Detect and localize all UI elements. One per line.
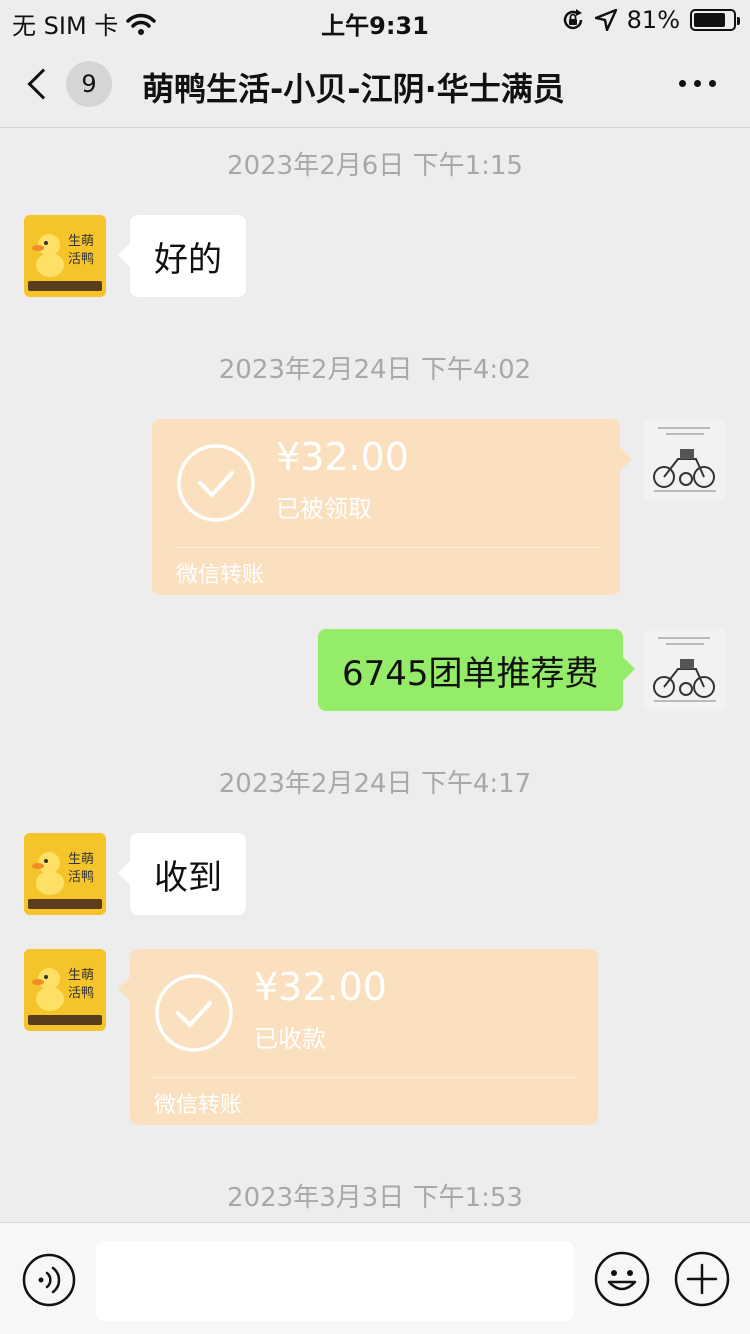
- status-left: 无 SIM 卡: [12, 6, 157, 41]
- message-bubble-incoming[interactable]: 好的: [118, 215, 246, 297]
- duck-logo-text-2: 活鸭: [68, 986, 94, 1001]
- transfer-label: 微信转账: [176, 563, 265, 588]
- battery-icon: [690, 9, 740, 31]
- vintage-car-icon: [644, 629, 726, 711]
- location-arrow-icon: [594, 9, 617, 31]
- wifi-icon: [126, 13, 157, 35]
- battery-level: [694, 13, 725, 27]
- battery-percent: 81%: [626, 6, 680, 34]
- status-right: 81%: [561, 6, 740, 34]
- transfer-amount: ¥32.00: [254, 965, 387, 1009]
- duck-logo-text-2: 活鸭: [68, 252, 94, 267]
- voice-icon[interactable]: [22, 1253, 76, 1307]
- check-circle-icon: [155, 974, 233, 1052]
- avatar-duck[interactable]: 生萌 活鸭: [24, 949, 106, 1031]
- duck-logo-text-1: 生萌: [68, 234, 94, 249]
- message-bubble-incoming[interactable]: 收到: [118, 833, 246, 915]
- avatar-self[interactable]: [644, 419, 726, 501]
- message-bubble-outgoing[interactable]: 6745团单推荐费: [318, 629, 635, 711]
- nav-bar: 9 萌鸭生活-小贝-江阴·华士满员: [0, 40, 750, 128]
- transfer-status: 已被领取: [276, 495, 372, 523]
- message-text: 6745团单推荐费: [342, 653, 599, 694]
- avatar-self[interactable]: [644, 629, 726, 711]
- divider: [174, 547, 598, 548]
- transfer-card-sent[interactable]: ¥32.00 已被领取 微信转账: [152, 419, 632, 595]
- more-button[interactable]: [679, 80, 716, 87]
- timestamp: 2023年2月6日 下午1:15: [227, 151, 523, 181]
- avatar-duck[interactable]: 生萌 活鸭: [24, 833, 106, 915]
- carrier-label: 无 SIM 卡: [12, 12, 119, 40]
- transfer-card-received[interactable]: ¥32.00 已收款 微信转账: [118, 949, 598, 1125]
- more-dots-icon: [694, 80, 701, 87]
- chat-title: 萌鸭生活-小贝-江阴·华士满员: [142, 70, 565, 108]
- rotation-lock-icon: [563, 9, 582, 30]
- status-bar: 无 SIM 卡 上午9:31 81%: [0, 0, 750, 40]
- more-dots-icon: [679, 80, 686, 87]
- plus-icon[interactable]: [674, 1251, 730, 1307]
- duck-logo-text-2: 活鸭: [68, 870, 94, 885]
- duck-logo-icon: 生萌 活鸭: [24, 949, 106, 1031]
- duck-logo-icon: 生萌 活鸭: [24, 215, 106, 297]
- input-bar: [0, 1222, 750, 1334]
- vintage-car-icon: [644, 419, 726, 501]
- timestamp: 2023年3月3日 下午1:53: [227, 1183, 523, 1213]
- duck-logo-text-1: 生萌: [68, 968, 94, 983]
- message-input[interactable]: [96, 1241, 574, 1321]
- more-dots-icon: [709, 80, 716, 87]
- transfer-status: 已收款: [254, 1025, 326, 1053]
- duck-logo-text-1: 生萌: [68, 852, 94, 867]
- avatar-duck[interactable]: 生萌 活鸭: [24, 215, 106, 297]
- transfer-label: 微信转账: [154, 1093, 243, 1118]
- back-button[interactable]: 9: [22, 56, 112, 112]
- duck-logo-icon: 生萌 活鸭: [24, 833, 106, 915]
- divider: [152, 1077, 576, 1078]
- chevron-left-icon: [27, 68, 59, 100]
- transfer-amount: ¥32.00: [276, 435, 409, 479]
- message-text: 好的: [154, 239, 222, 280]
- timestamp: 2023年2月24日 下午4:02: [218, 355, 532, 385]
- check-circle-icon: [177, 444, 255, 522]
- timestamp: 2023年2月24日 下午4:17: [218, 769, 532, 799]
- unread-count-badge: 9: [66, 61, 112, 107]
- message-text: 收到: [154, 857, 222, 898]
- chat-area[interactable]: 2023年2月6日 下午1:15 生萌 活鸭 好的 2023年2月24日 下午4…: [0, 129, 750, 1222]
- emoji-icon[interactable]: [594, 1251, 650, 1307]
